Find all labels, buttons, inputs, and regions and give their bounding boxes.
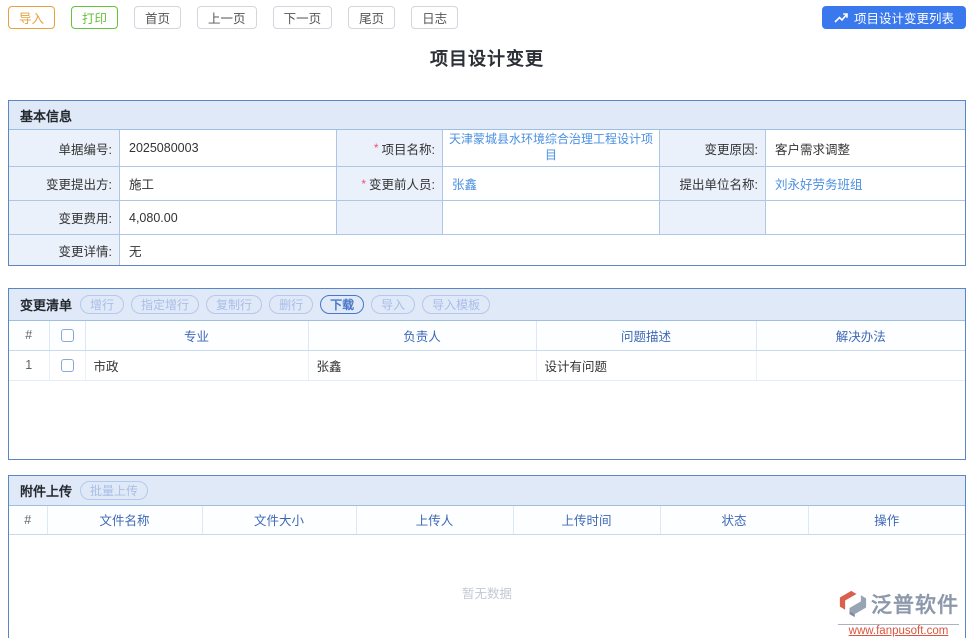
empty-value-cell	[442, 200, 659, 234]
design-change-list-label: 项目设计变更列表	[854, 8, 954, 27]
empty-label-cell	[336, 200, 442, 234]
page-title: 项目设计变更	[0, 45, 974, 71]
col-person: 负责人	[308, 321, 536, 350]
cost-value: 4,080.00	[119, 200, 336, 234]
col-status: 状态	[660, 506, 808, 535]
unit-link[interactable]: 刘永好劳务班组	[775, 174, 863, 193]
change-reason-value: 客户需求调整	[765, 130, 965, 166]
change-list-title: 变更清单	[20, 295, 72, 314]
basic-info-header: 基本信息	[9, 101, 965, 130]
detail-label: 变更详情:	[9, 234, 119, 265]
empty-value-cell	[765, 200, 965, 234]
proposer-side-label: 变更提出方:	[9, 166, 119, 200]
toolbar: 导入 打印 首页 上一页 下一页 尾页 日志 项目设计变更列表	[0, 0, 974, 30]
pre-person-value: 张鑫	[442, 166, 659, 200]
brand-name: 泛普软件	[871, 595, 959, 616]
first-page-button[interactable]: 首页	[134, 6, 181, 29]
unit-value: 刘永好劳务班组	[765, 166, 965, 200]
brand-watermark: 泛普软件 www.fanpusoft.com	[838, 590, 959, 638]
change-list-table: # 专业 负责人 问题描述 解决办法 1 市政 张鑫 设计有问题	[9, 321, 965, 381]
basic-info-grid: 单据编号: 2025080003 *项目名称: 天津蒙城县水环境综合治理工程设计…	[9, 130, 965, 265]
next-page-button[interactable]: 下一页	[273, 6, 333, 29]
proposer-side-value: 施工	[119, 166, 336, 200]
doc-no-value: 2025080003	[119, 130, 336, 166]
import-button[interactable]: 导入	[8, 6, 55, 29]
add-row-button[interactable]: 增行	[80, 295, 124, 314]
col-uploader: 上传人	[356, 506, 513, 535]
required-marker: *	[374, 141, 379, 155]
change-list-empty-area	[9, 381, 965, 459]
table-row: 1 市政 张鑫 设计有问题	[9, 350, 965, 380]
import-rows-button[interactable]: 导入	[371, 295, 415, 314]
col-index: #	[9, 506, 47, 535]
attachments-empty-area: 暂无数据 泛普软件 www.fanpusoft.com	[9, 535, 965, 638]
unit-label: 提出单位名称:	[659, 166, 765, 200]
select-all-checkbox[interactable]	[61, 329, 74, 342]
row-select	[49, 350, 85, 380]
copy-row-button[interactable]: 复制行	[206, 295, 262, 314]
pre-person-link[interactable]: 张鑫	[452, 174, 477, 193]
attachments-title: 附件上传	[20, 481, 72, 500]
attachments-header-row: # 文件名称 文件大小 上传人 上传时间 状态 操作	[9, 506, 965, 535]
cell-solution	[756, 350, 965, 380]
project-name-link[interactable]: 天津蒙城县水环境综合治理工程设计项目	[449, 132, 653, 163]
col-upload-time: 上传时间	[513, 506, 660, 535]
attachments-header: 附件上传 批量上传	[9, 476, 965, 506]
change-reason-label: 变更原因:	[659, 130, 765, 166]
change-list-actions: 增行 指定增行 复制行 删行 下载 导入 导入模板	[80, 295, 490, 314]
col-select-all	[49, 321, 85, 350]
brand-website: www.fanpusoft.com	[838, 624, 959, 638]
cell-person: 张鑫	[308, 350, 536, 380]
prev-page-button[interactable]: 上一页	[197, 6, 257, 29]
col-file-name: 文件名称	[47, 506, 202, 535]
col-issue: 问题描述	[536, 321, 756, 350]
batch-upload-button[interactable]: 批量上传	[80, 481, 148, 500]
change-list-header-row: # 专业 负责人 问题描述 解决办法	[9, 321, 965, 350]
insert-row-button[interactable]: 指定增行	[131, 295, 199, 314]
basic-info-title: 基本信息	[20, 106, 72, 125]
basic-info-panel: 基本信息 单据编号: 2025080003 *项目名称: 天津蒙城县水环境综合治…	[8, 100, 966, 266]
project-name-label: *项目名称:	[336, 130, 442, 166]
col-file-size: 文件大小	[202, 506, 356, 535]
download-button[interactable]: 下载	[320, 295, 364, 314]
attachments-panel: 附件上传 批量上传 # 文件名称 文件大小 上传人 上传时间 状态 操作 暂无数…	[8, 475, 966, 638]
print-button[interactable]: 打印	[71, 6, 118, 29]
col-index: #	[9, 321, 49, 350]
col-actions: 操作	[808, 506, 965, 535]
col-major: 专业	[85, 321, 308, 350]
cost-label: 变更费用:	[9, 200, 119, 234]
delete-row-button[interactable]: 删行	[269, 295, 313, 314]
project-name-value: 天津蒙城县水环境综合治理工程设计项目	[442, 130, 659, 166]
col-solution: 解决办法	[756, 321, 965, 350]
cell-issue: 设计有问题	[536, 350, 756, 380]
row-index: 1	[9, 350, 49, 380]
last-page-button[interactable]: 尾页	[348, 6, 395, 29]
trending-up-icon	[834, 11, 848, 24]
required-marker: *	[361, 177, 366, 191]
log-button[interactable]: 日志	[411, 6, 458, 29]
fanpu-logo-icon	[838, 590, 868, 622]
change-list-header: 变更清单 增行 指定增行 复制行 删行 下载 导入 导入模板	[9, 289, 965, 321]
pre-person-label: *变更前人员:	[336, 166, 442, 200]
doc-no-label: 单据编号:	[9, 130, 119, 166]
attachments-table: # 文件名称 文件大小 上传人 上传时间 状态 操作	[9, 506, 965, 536]
cell-major: 市政	[85, 350, 308, 380]
empty-label-cell	[659, 200, 765, 234]
row-checkbox[interactable]	[61, 359, 74, 372]
import-template-button[interactable]: 导入模板	[422, 295, 490, 314]
detail-value: 无	[119, 234, 965, 265]
design-change-list-button[interactable]: 项目设计变更列表	[822, 6, 966, 29]
change-list-panel: 变更清单 增行 指定增行 复制行 删行 下载 导入 导入模板 # 专业 负责人 …	[8, 288, 966, 460]
empty-state-text: 暂无数据	[9, 583, 965, 602]
